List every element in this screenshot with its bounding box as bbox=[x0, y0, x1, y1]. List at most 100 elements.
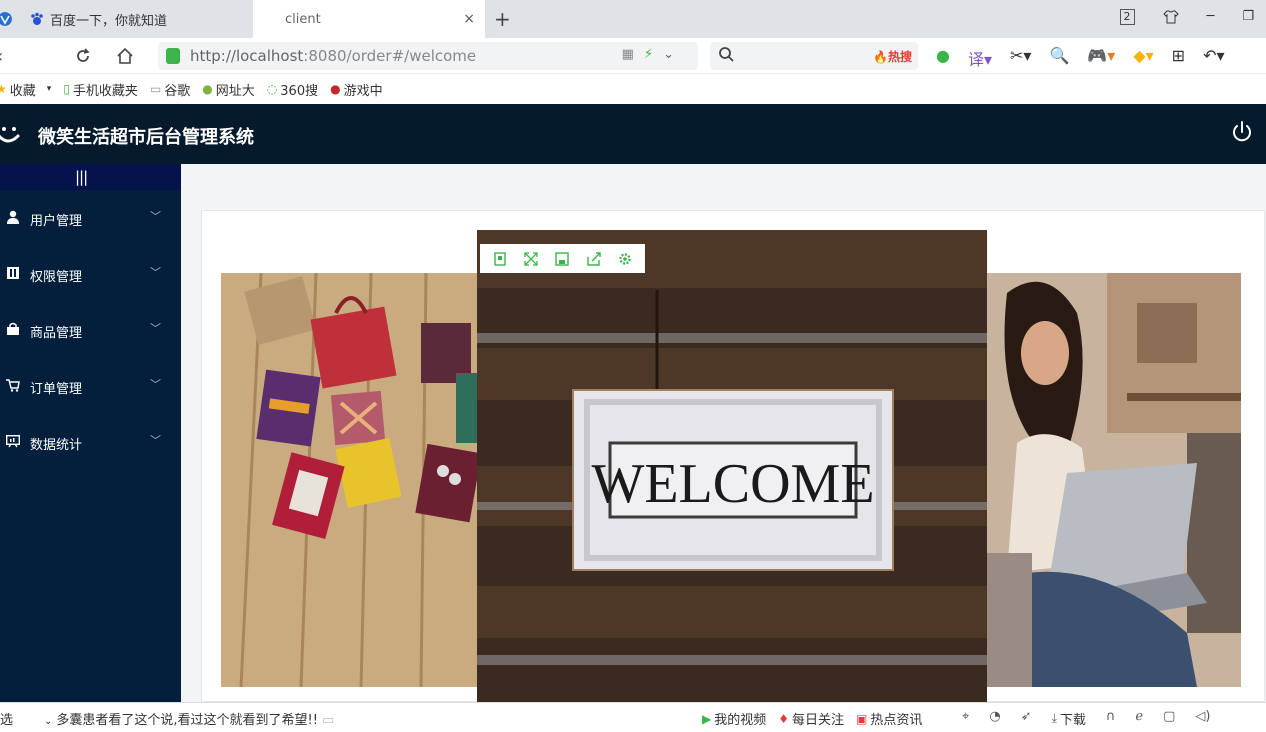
volume-icon[interactable]: ◁) bbox=[1195, 709, 1210, 728]
chevron-down-icon: ⌄ bbox=[663, 47, 684, 62]
status-item-video[interactable]: ▶ 我的视频 bbox=[702, 709, 766, 729]
rocket-icon[interactable]: ➶ bbox=[1021, 709, 1032, 728]
carousel-slide-gifts[interactable] bbox=[221, 273, 477, 687]
url-input[interactable]: http://localhost:8080/order#/welcome ▦⚡⌄ bbox=[158, 42, 698, 70]
tab-client[interactable]: client × bbox=[253, 0, 485, 38]
status-item-news[interactable]: ▣ 热点资讯 bbox=[856, 709, 922, 729]
phone-icon: ▯ bbox=[63, 82, 70, 96]
security-shield-icon bbox=[166, 48, 180, 64]
chart-icon bbox=[6, 435, 20, 448]
save-image-icon[interactable] bbox=[555, 251, 570, 266]
ie-icon[interactable]: ℯ bbox=[1135, 709, 1143, 728]
fire-icon: ♦ bbox=[778, 711, 790, 726]
globe-icon: ● bbox=[202, 82, 213, 96]
scissors-icon[interactable]: ✂▾ bbox=[1010, 46, 1031, 70]
browser-status-bar: 选 ⌄ 多囊患者看了这个说,看过这个就看到了希望!! ▭ ▶ 我的视频 ♦ 每日关注 ▣… bbox=[0, 702, 1266, 732]
minimize-icon[interactable]: ─ bbox=[1207, 9, 1215, 25]
tab-baidu[interactable]: 百度一下，你就知道 bbox=[0, 0, 252, 38]
welcome-sign-photo: WELCOME bbox=[477, 230, 987, 702]
page-icon: ▭ bbox=[149, 82, 162, 96]
game-controller-icon[interactable]: 🎮▾ bbox=[1087, 46, 1115, 70]
status-shortcuts: ▶ 我的视频 ♦ 每日关注 ▣ 热点资讯 bbox=[702, 709, 922, 729]
green-app-icon[interactable]: ● bbox=[936, 46, 950, 70]
chevron-down-icon: ﹀ bbox=[150, 266, 161, 279]
permission-icon bbox=[7, 267, 19, 279]
home-icon[interactable] bbox=[116, 47, 134, 65]
lightning-icon: ⚡ bbox=[643, 47, 664, 62]
chevron-down-icon: ﹀ bbox=[150, 210, 161, 223]
sidebar-item-statistics[interactable]: 数据统计 ﹀ bbox=[0, 422, 181, 462]
sidebar: ||| 用户管理 ﹀ 权限管理 ﹀ 商品管理 ﹀ 订单管理 ﹀ 数据统计 ﹀ bbox=[0, 164, 181, 702]
video-icon: ▶ bbox=[702, 711, 712, 726]
user-icon bbox=[7, 210, 19, 224]
bookmarks-bar: ★ 收藏 ▾ ▯ 手机收藏夹 ▭ 谷歌 ● 网址大 ◌ 360搜 ● 游戏中 bbox=[0, 74, 1266, 104]
chevron-down-icon: ⌄ bbox=[44, 716, 53, 727]
apps-grid-icon[interactable]: ⊞ bbox=[1172, 46, 1185, 70]
restore-icon[interactable]: ❐ bbox=[1242, 9, 1254, 25]
status-item-download[interactable]: ⤓ 下载 bbox=[1052, 709, 1086, 728]
address-toolbar: ‹ http://localhost:8080/order#/welcome ▦… bbox=[0, 38, 1266, 74]
fullscreen-icon[interactable] bbox=[524, 251, 538, 266]
sidebar-item-permissions[interactable]: 权限管理 ﹀ bbox=[0, 254, 181, 294]
settings-gear-icon[interactable] bbox=[618, 252, 632, 266]
browser-logo-icon bbox=[0, 12, 12, 26]
share-icon[interactable] bbox=[587, 251, 601, 266]
url-extension-icons[interactable]: ▦⚡⌄ bbox=[622, 47, 684, 62]
welcome-text: WELCOME bbox=[591, 453, 874, 515]
window-controls: 2 ─ ❐ bbox=[1119, 9, 1254, 25]
browser-tab-bar: 百度一下，你就知道 client × + 2 ─ ❐ bbox=[0, 0, 1266, 38]
tab-count-badge[interactable]: 2 bbox=[1119, 9, 1135, 25]
new-tab-button[interactable]: + bbox=[494, 7, 511, 31]
hot-search-badge[interactable]: 🔥热搜 bbox=[873, 48, 912, 65]
tab-title-client: client bbox=[285, 11, 321, 27]
status-item-follow[interactable]: ♦ 每日关注 bbox=[778, 709, 844, 729]
sidebar-toggle[interactable]: ||| bbox=[0, 164, 181, 190]
carousel-slide-welcome[interactable]: WELCOME bbox=[477, 230, 987, 702]
status-left-text[interactable]: 选 bbox=[0, 709, 13, 728]
pin-icon[interactable]: ⌖ bbox=[962, 709, 969, 728]
window-icon[interactable]: ▢ bbox=[1163, 709, 1175, 728]
bookmark-games[interactable]: ● 游戏中 bbox=[330, 80, 383, 99]
game-icon: ● bbox=[330, 82, 341, 96]
magnifier-icon[interactable]: 🔍 bbox=[1049, 46, 1069, 70]
chevron-down-icon: ﹀ bbox=[150, 322, 161, 335]
headset-icon[interactable]: ∩ bbox=[1106, 709, 1116, 728]
coin-icon[interactable]: ◆▾ bbox=[1133, 46, 1153, 70]
undo-icon[interactable]: ↶▾ bbox=[1203, 46, 1224, 70]
bookmark-favorites[interactable]: ★ 收藏 ▾ bbox=[0, 80, 51, 99]
search-input[interactable]: 🔥热搜 bbox=[710, 42, 918, 70]
browser-extensions: ● 译▾ ✂▾ 🔍 🎮▾ ◆▾ ⊞ ↶▾ bbox=[936, 46, 1225, 70]
bookmark-google[interactable]: ▭ 谷歌 bbox=[150, 80, 190, 99]
360-icon: ◌ bbox=[266, 82, 278, 96]
crop-icon[interactable] bbox=[493, 251, 507, 266]
download-icon: ⤓ bbox=[1051, 711, 1057, 725]
bookmark-sites[interactable]: ● 网址大 bbox=[202, 80, 255, 99]
carousel-slide-woman[interactable] bbox=[987, 273, 1241, 687]
bag-icon bbox=[7, 322, 19, 335]
bookmark-360[interactable]: ◌ 360搜 bbox=[267, 80, 318, 99]
bookmark-mobile[interactable]: ▯ 手机收藏夹 bbox=[63, 80, 138, 99]
shirt-skin-icon[interactable] bbox=[1162, 9, 1179, 25]
reload-icon[interactable] bbox=[74, 47, 92, 65]
sidebar-item-orders[interactable]: 订单管理 ﹀ bbox=[0, 366, 181, 406]
sidebar-item-products[interactable]: 商品管理 ﹀ bbox=[0, 310, 181, 350]
qr-icon: ▦ bbox=[621, 47, 644, 62]
sidebar-item-users[interactable]: 用户管理 ﹀ bbox=[0, 198, 181, 238]
woman-laptop-photo bbox=[987, 273, 1241, 687]
back-icon[interactable]: ‹ bbox=[0, 46, 3, 67]
search-icon bbox=[719, 47, 734, 62]
image-placeholder-icon: ▭ bbox=[321, 713, 335, 728]
app-header: 微笑生活超市后台管理系统 bbox=[0, 104, 1266, 164]
menu-toggle-icon: ||| bbox=[75, 168, 88, 186]
status-tray-icons: ⌖ ◔ ➶ ⤓ 下载 ∩ ℯ ▢ ◁) bbox=[962, 709, 1211, 728]
power-logout-icon[interactable] bbox=[1230, 120, 1254, 144]
chevron-down-icon: ﹀ bbox=[150, 434, 161, 447]
chevron-down-icon: ﹀ bbox=[150, 378, 161, 391]
status-news-link[interactable]: ⌄ 多囊患者看了这个说,看过这个就看到了希望!! ▭ bbox=[44, 709, 334, 728]
translate-icon[interactable]: 译▾ bbox=[968, 46, 992, 70]
tab-close-icon[interactable]: × bbox=[463, 11, 475, 27]
gift-boxes-photo bbox=[221, 273, 477, 687]
sidebar-item-label: 权限管理 bbox=[30, 270, 83, 285]
speed-icon[interactable]: ◔ bbox=[989, 709, 1000, 728]
url-text: http://localhost:8080/order#/welcome bbox=[190, 47, 477, 65]
